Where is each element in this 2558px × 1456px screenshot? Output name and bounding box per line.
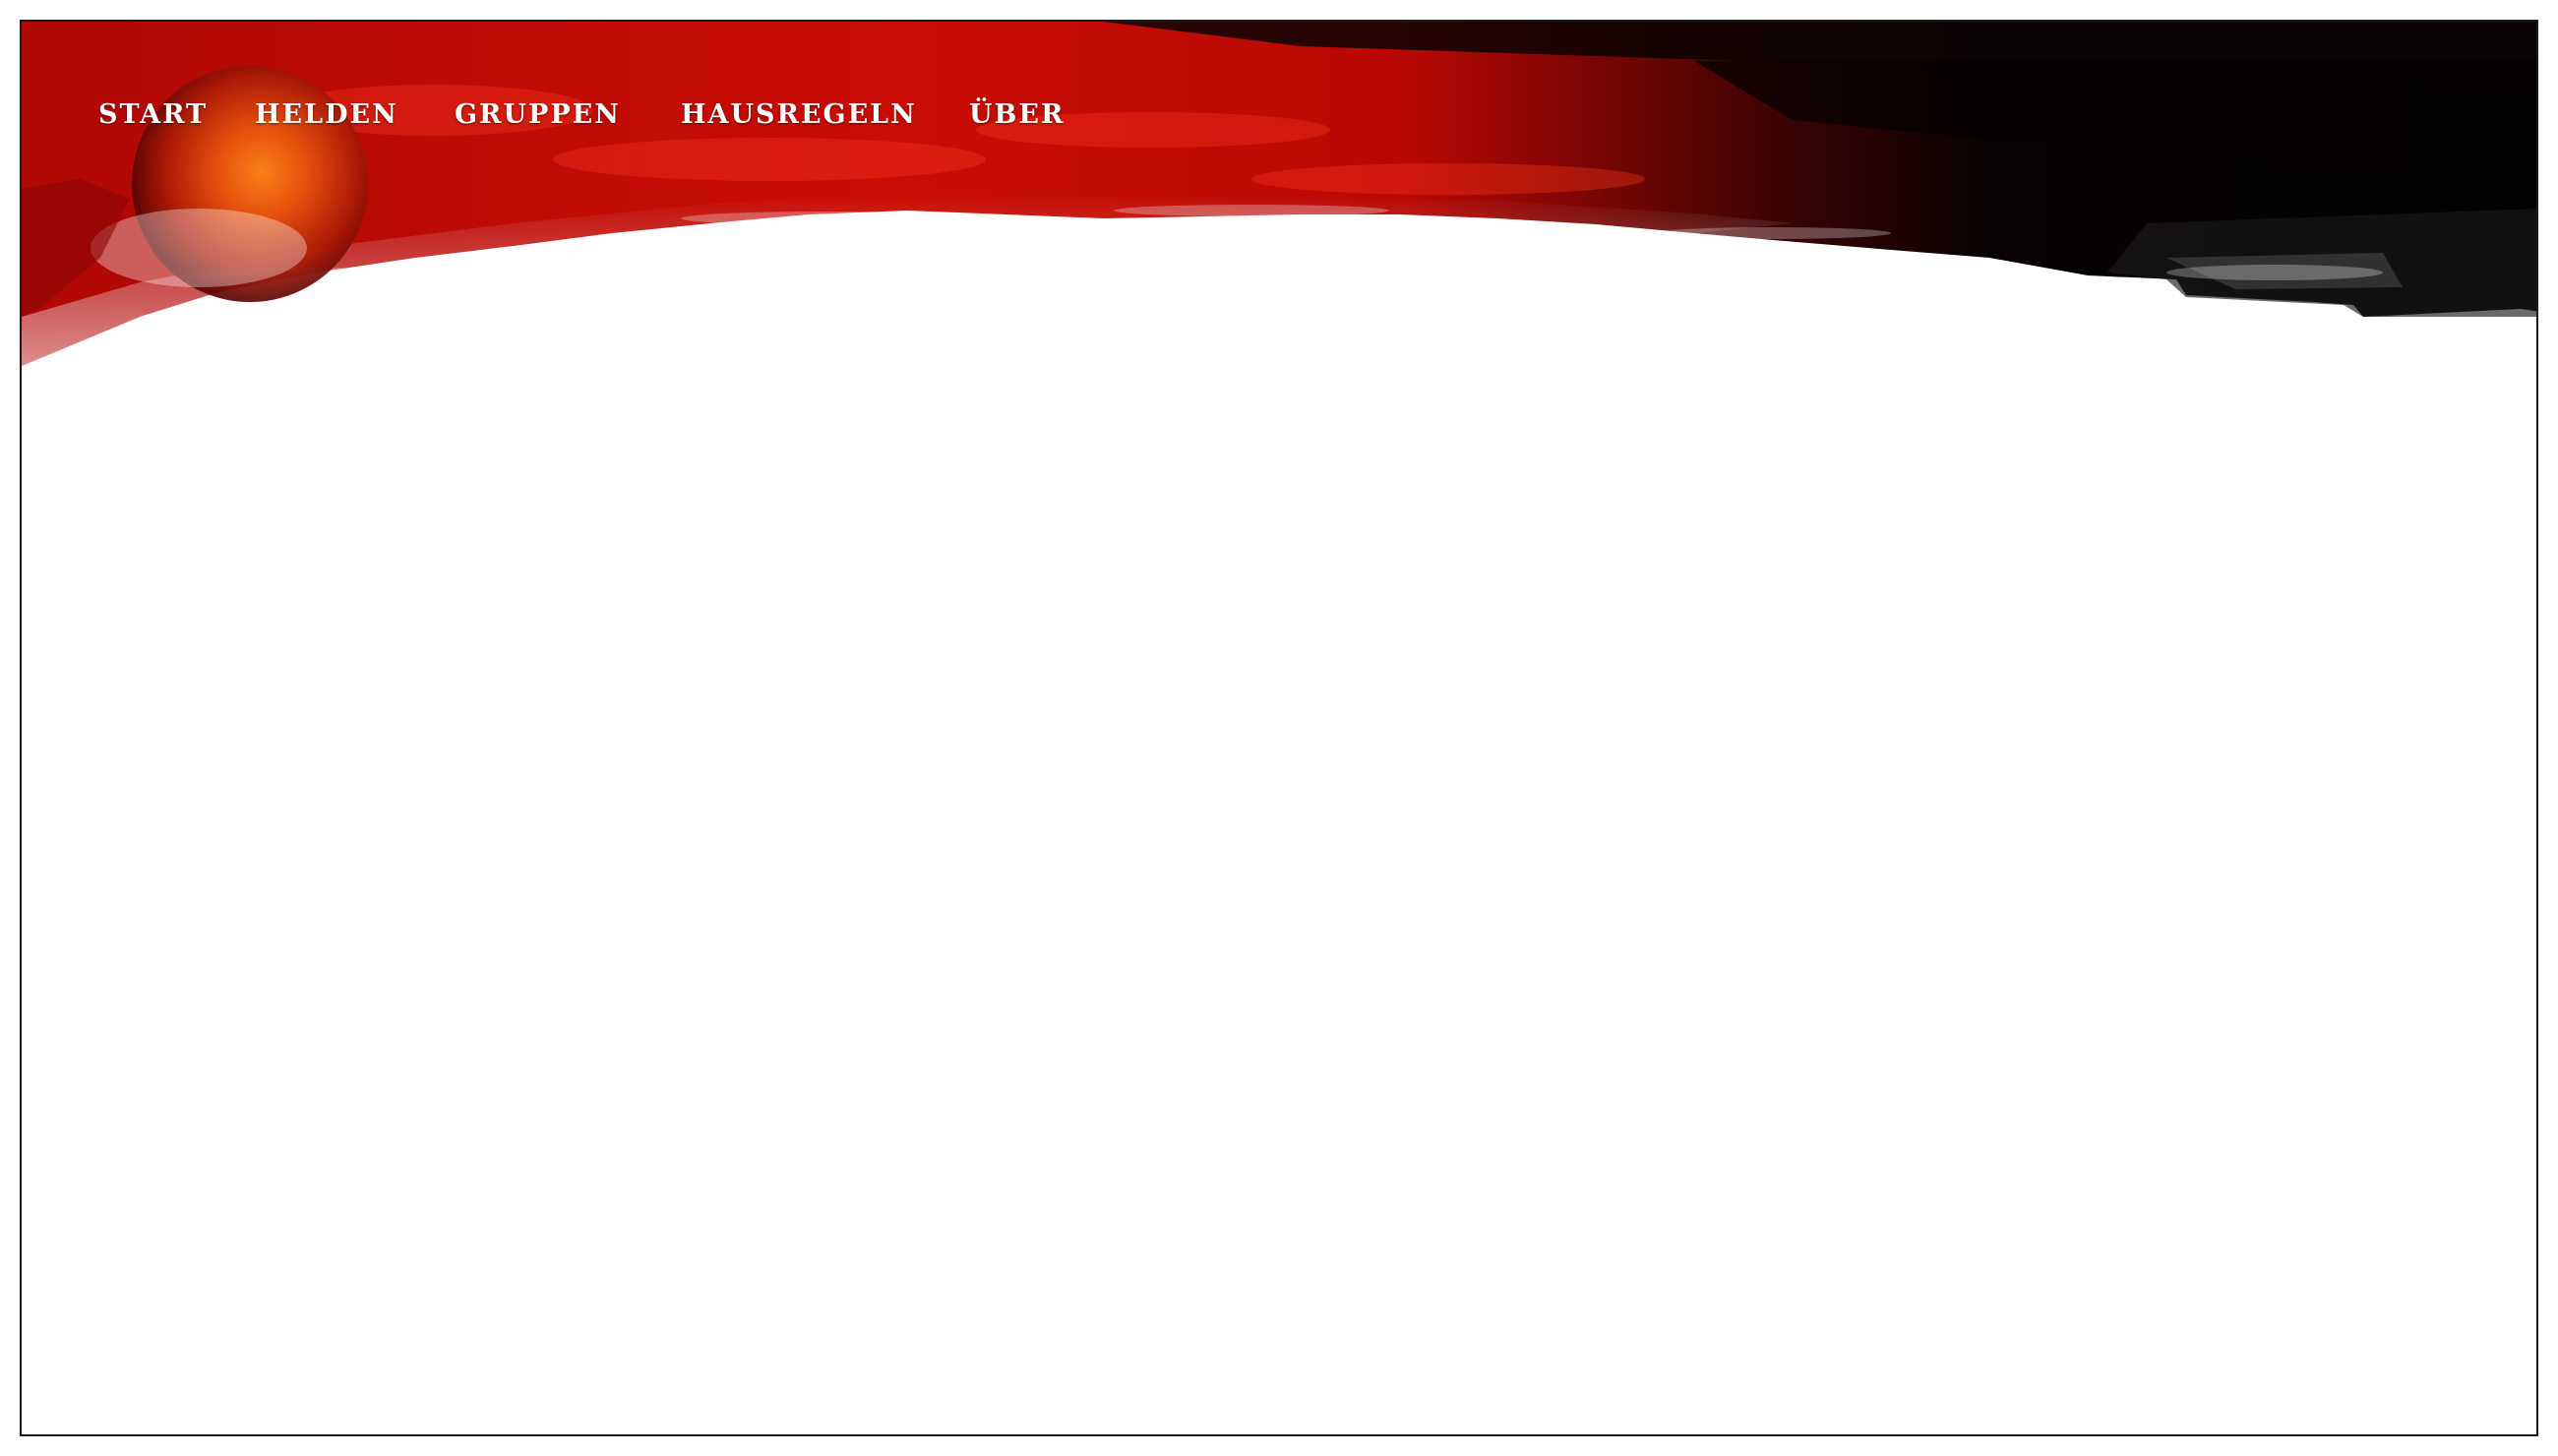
nav-item-ueber-label: ÜBER [969, 99, 1066, 130]
nav-item-helden[interactable]: HELDEN [255, 100, 398, 130]
nav-item-hausregeln-label: HAUSREGELN [681, 99, 917, 130]
nav-item-gruppen[interactable]: GRUPPEN [455, 100, 621, 130]
page-frame: START HELDEN GRUPPEN HAUSREGELN ÜBER [20, 20, 2538, 1436]
nav-item-start[interactable]: START [86, 91, 209, 140]
main-nav: START HELDEN GRUPPEN HAUSREGELN ÜBER [22, 22, 1202, 140]
nav-item-hausregeln[interactable]: HAUSREGELN [681, 100, 917, 130]
nav-item-start-label: START [98, 99, 209, 130]
nav-item-helden-label: HELDEN [255, 99, 398, 130]
nav-item-ueber[interactable]: ÜBER [969, 100, 1065, 130]
nav-item-gruppen-label: GRUPPEN [455, 99, 621, 130]
